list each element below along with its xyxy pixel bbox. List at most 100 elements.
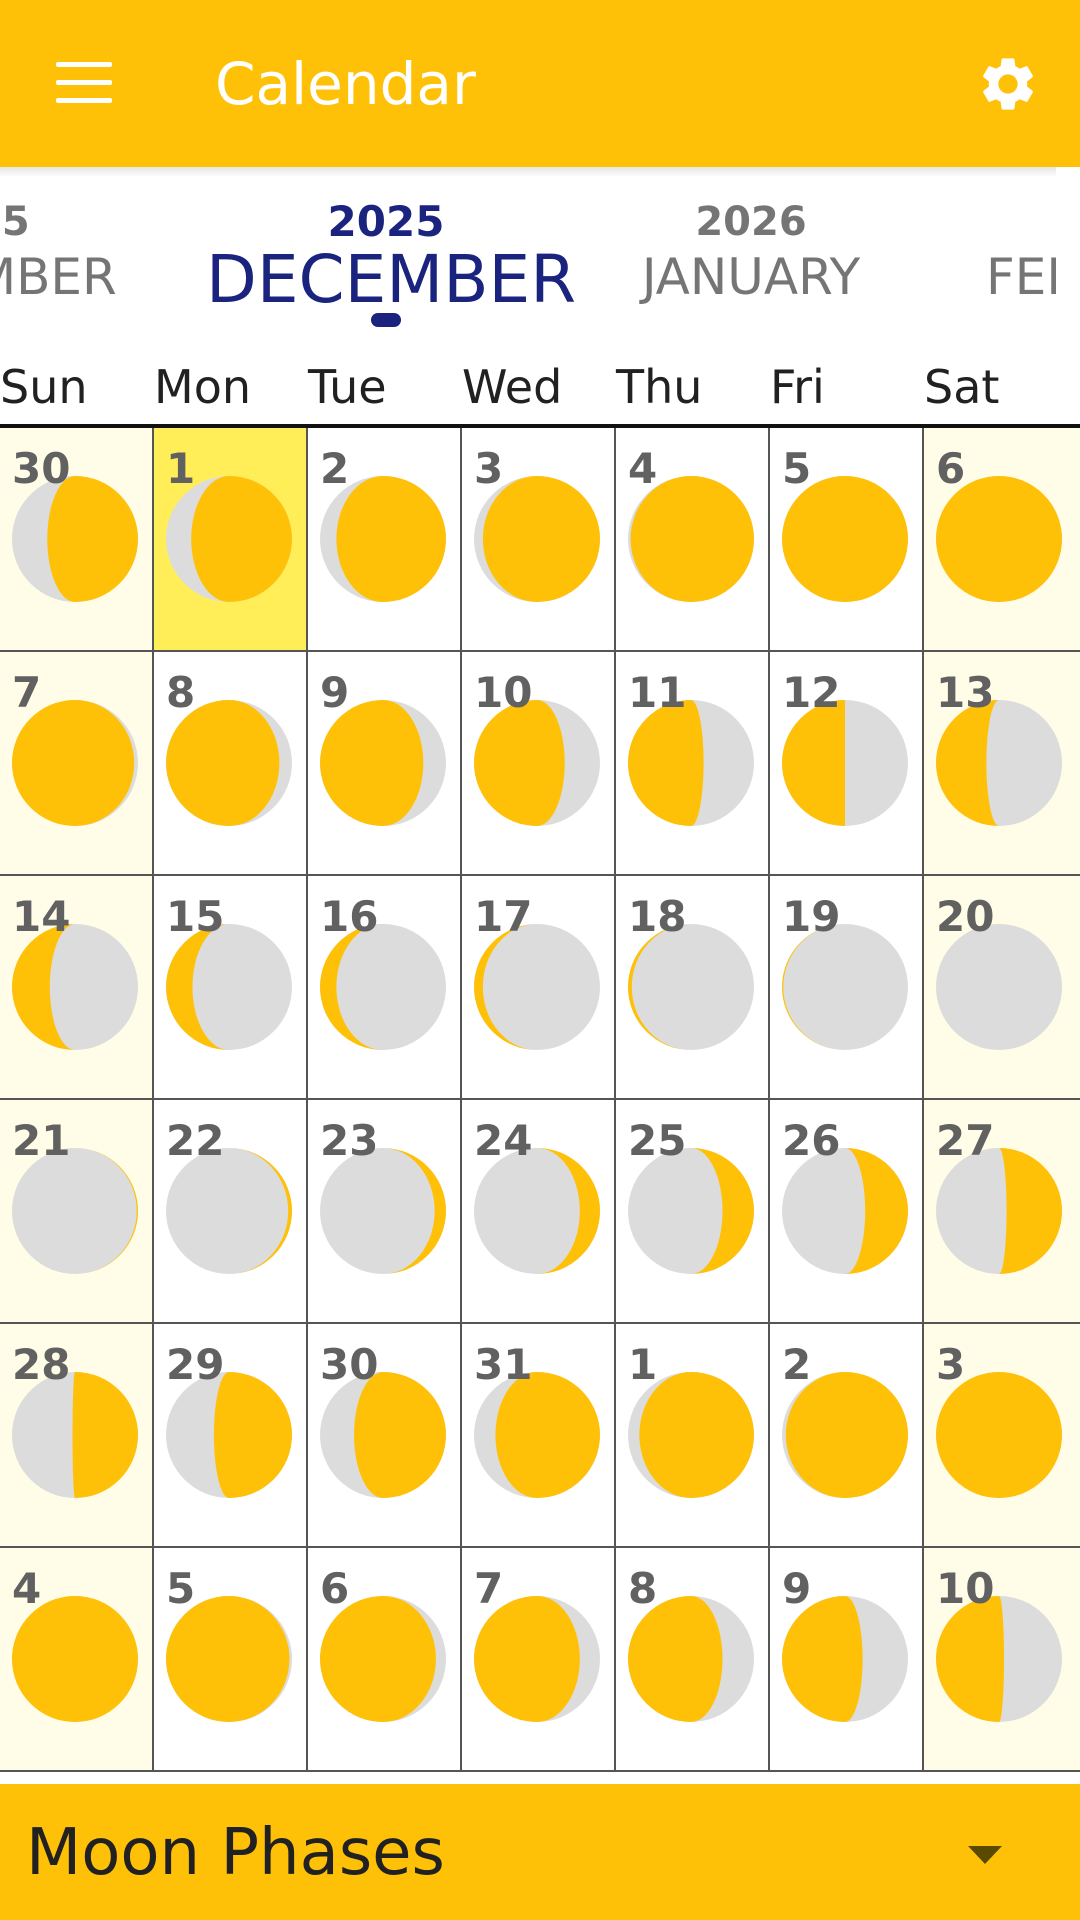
- month-pager[interactable]: 2025 NOVEMBER 2025 DECEMBER 2026 JANUARY…: [0, 167, 1080, 347]
- weekday-label: Sun: [0, 360, 88, 414]
- calendar-day-cell[interactable]: 7: [462, 1548, 616, 1772]
- moon-phase-icon: [320, 1596, 446, 1722]
- day-number: 5: [782, 444, 812, 493]
- calendar-day-cell[interactable]: 10: [462, 652, 616, 876]
- calendar-day-cell[interactable]: 27: [924, 1100, 1080, 1324]
- calendar-day-cell[interactable]: 8: [616, 1548, 770, 1772]
- calendar-day-cell[interactable]: 9: [770, 1548, 924, 1772]
- calendar-day-cell[interactable]: 28: [0, 1324, 154, 1548]
- calendar-day-cell[interactable]: 9: [308, 652, 462, 876]
- month-tab-previous[interactable]: 2025 NOVEMBER: [0, 197, 154, 307]
- moon-phase-icon: [166, 1372, 292, 1498]
- moon-phase-icon: [936, 700, 1062, 826]
- calendar-day-cell[interactable]: 31: [462, 1324, 616, 1548]
- hamburger-menu-icon[interactable]: [56, 62, 112, 106]
- day-number: 2: [782, 1340, 812, 1389]
- dropdown-caret-icon[interactable]: [968, 1846, 1002, 1864]
- moon-phase-icon: [628, 1596, 754, 1722]
- calendar-day-cell[interactable]: 29: [154, 1324, 308, 1548]
- weekday-label: Thu: [616, 360, 703, 414]
- calendar-day-cell[interactable]: 7: [0, 652, 154, 876]
- calendar-day-cell[interactable]: 20: [924, 876, 1080, 1100]
- calendar-day-cell[interactable]: 3: [924, 1324, 1080, 1548]
- calendar-day-cell[interactable]: 18: [616, 876, 770, 1100]
- moon-phases-selector[interactable]: Moon Phases: [0, 1784, 1080, 1920]
- calendar-day-cell[interactable]: 23: [308, 1100, 462, 1324]
- month-tab-next[interactable]: 2026 JANUARY: [571, 197, 931, 307]
- day-number: 29: [166, 1340, 225, 1389]
- day-number: 3: [936, 1340, 966, 1389]
- day-number: 9: [782, 1564, 812, 1613]
- moon-phase-icon: [12, 476, 139, 602]
- calendar-day-cell[interactable]: 5: [770, 428, 924, 652]
- moon-phase-icon: [782, 1372, 908, 1498]
- day-number: 24: [474, 1116, 533, 1165]
- day-number: 16: [320, 892, 379, 941]
- gear-icon[interactable]: [976, 52, 1040, 116]
- day-number: 7: [12, 668, 42, 717]
- calendar-day-cell[interactable]: 1: [154, 428, 308, 652]
- moon-phase-icon: [782, 1596, 908, 1722]
- day-number: 11: [628, 668, 687, 717]
- calendar-day-cell[interactable]: 2: [770, 1324, 924, 1548]
- weekday-label: Fri: [770, 360, 825, 414]
- moon-phase-icon: [782, 1148, 908, 1274]
- calendar-day-cell[interactable]: 22: [154, 1100, 308, 1324]
- month-tab-year: 2025: [0, 199, 30, 245]
- moon-phase-icon: [782, 700, 908, 826]
- calendar-day-cell[interactable]: 24: [462, 1100, 616, 1324]
- weekday-header: Sun Mon Tue Wed Thu Fri Sat: [0, 360, 1080, 420]
- moon-phase-icon: [628, 1372, 754, 1498]
- calendar-day-cell[interactable]: 4: [616, 428, 770, 652]
- month-tab-month: NOVEMBER: [0, 248, 117, 306]
- day-number: 8: [166, 668, 196, 717]
- calendar-day-cell[interactable]: 30: [0, 428, 154, 652]
- calendar-day-cell[interactable]: 3: [462, 428, 616, 652]
- weekday-label: Tue: [308, 360, 387, 414]
- moon-phase-icon: [320, 1148, 446, 1274]
- moon-phase-icon: [12, 924, 138, 1050]
- calendar-day-cell[interactable]: 4: [0, 1548, 154, 1772]
- calendar-day-cell[interactable]: 25: [616, 1100, 770, 1324]
- moon-phase-icon: [936, 1372, 1062, 1498]
- selector-label: Moon Phases: [26, 1816, 445, 1890]
- calendar-day-cell[interactable]: 21: [0, 1100, 154, 1324]
- calendar-day-cell[interactable]: 30: [308, 1324, 462, 1548]
- moon-phase-icon: [12, 700, 138, 826]
- moon-phase-icon: [474, 1372, 600, 1498]
- calendar-day-cell[interactable]: 6: [308, 1548, 462, 1772]
- calendar-day-cell[interactable]: 1: [616, 1324, 770, 1548]
- day-number: 23: [320, 1116, 379, 1165]
- calendar-day-cell[interactable]: 26: [770, 1100, 924, 1324]
- day-number: 18: [628, 892, 687, 941]
- calendar-day-cell[interactable]: 14: [0, 876, 154, 1100]
- weekday-label: Sat: [924, 360, 1000, 414]
- day-number: 1: [166, 444, 196, 493]
- calendar-day-cell[interactable]: 8: [154, 652, 308, 876]
- day-number: 6: [936, 444, 966, 493]
- calendar-day-cell[interactable]: 15: [154, 876, 308, 1100]
- calendar-day-cell[interactable]: 12: [770, 652, 924, 876]
- calendar-day-cell[interactable]: 2: [308, 428, 462, 652]
- day-number: 4: [628, 444, 658, 493]
- month-tab-year: 2025: [327, 197, 445, 246]
- month-tab-active[interactable]: 2025 DECEMBER: [206, 197, 576, 327]
- moon-phase-icon: [936, 924, 1062, 1050]
- calendar-day-cell[interactable]: 17: [462, 876, 616, 1100]
- calendar-day-cell[interactable]: 13: [924, 652, 1080, 876]
- day-number: 31: [474, 1340, 533, 1389]
- month-tab-month: JANUARY: [641, 248, 861, 306]
- calendar-day-cell[interactable]: 16: [308, 876, 462, 1100]
- calendar-day-cell[interactable]: 10: [924, 1548, 1080, 1772]
- day-number: 10: [936, 1564, 995, 1613]
- moon-phase-icon: [12, 1372, 138, 1498]
- moon-phase-icon: [936, 1596, 1062, 1722]
- day-number: 10: [474, 668, 533, 717]
- calendar-day-cell[interactable]: 6: [924, 428, 1080, 652]
- calendar-day-cell[interactable]: 11: [616, 652, 770, 876]
- day-number: 7: [474, 1564, 504, 1613]
- calendar-day-cell[interactable]: 5: [154, 1548, 308, 1772]
- calendar-day-cell[interactable]: 19: [770, 876, 924, 1100]
- day-number: 6: [320, 1564, 350, 1613]
- moon-phase-icon: [166, 700, 292, 826]
